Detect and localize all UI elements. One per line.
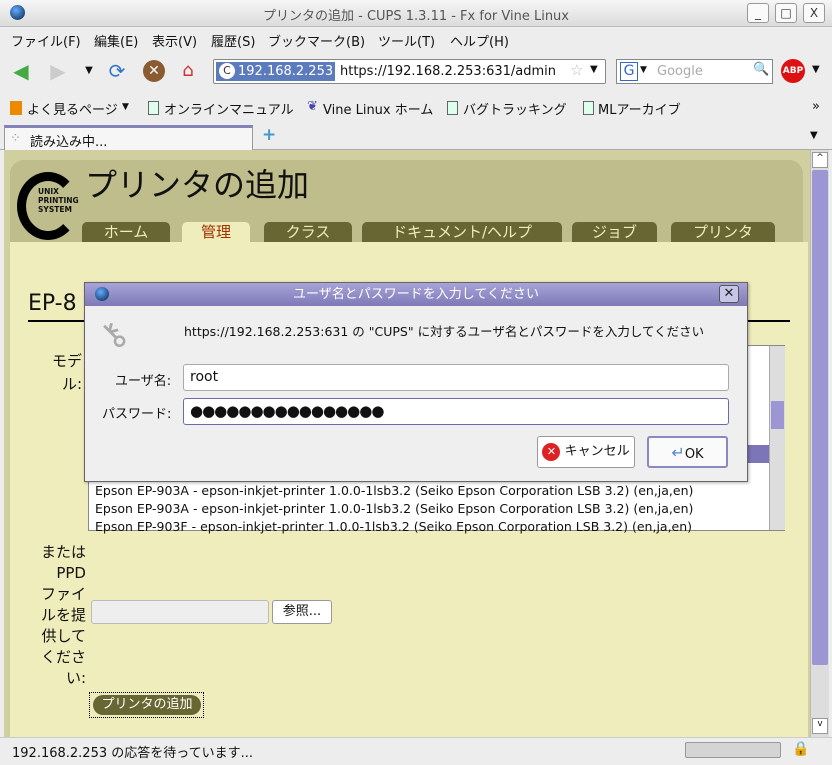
listbox-scroll-thumb[interactable] xyxy=(771,401,784,429)
ok-icon: ↵ xyxy=(671,443,685,462)
page-scroll-thumb[interactable] xyxy=(812,170,828,665)
ok-button[interactable]: ↵OK xyxy=(647,436,728,468)
add-printer-button[interactable]: プリンタの追加 xyxy=(93,695,201,715)
loading-spinner-icon: ⁘ xyxy=(10,131,21,146)
tab-bar: ⁘ 読み込み中... + ▼ xyxy=(0,122,832,151)
menu-bookmarks[interactable]: ブックマーク(B) xyxy=(268,31,365,50)
dialog-title: ユーザ名とパスワードを入力してください xyxy=(293,287,539,302)
search-input[interactable]: Google xyxy=(657,64,703,79)
menu-bar: ファイル(F) 編集(E) 表示(V) 履歴(S) ブックマーク(B) ツール(… xyxy=(0,27,832,51)
page-icon xyxy=(447,101,458,115)
printer-heading: EP-8 xyxy=(28,291,77,316)
cancel-label: キャンセル xyxy=(564,444,630,459)
vine-icon: ❦ xyxy=(307,99,318,114)
page-icon xyxy=(148,101,159,115)
menu-view[interactable]: 表示(V) xyxy=(152,31,197,50)
browse-button[interactable]: 参照... xyxy=(272,600,332,624)
tab-jobs[interactable]: ジョブ xyxy=(572,222,657,242)
ppd-file-input[interactable] xyxy=(91,600,269,624)
key-icon: ⚷ xyxy=(90,312,137,358)
menu-help[interactable]: ヘルプ(H) xyxy=(450,31,509,50)
ppd-label: または PPD ファイ ルを提 供して くださ い: xyxy=(40,543,86,687)
menu-tools[interactable]: ツール(T) xyxy=(378,31,435,50)
tab-docs-help[interactable]: ドキュメント/ヘルプ xyxy=(362,222,562,242)
menu-file[interactable]: ファイル(F) xyxy=(11,31,81,50)
username-input[interactable]: root xyxy=(183,364,729,391)
model-label-cont: ル: xyxy=(62,375,83,393)
page-scrollbar[interactable]: ^ v xyxy=(810,150,829,737)
url-text[interactable]: https://192.168.2.253:631/admin xyxy=(340,62,556,81)
bookmark-bug-tracking[interactable]: バグトラッキング xyxy=(463,99,567,118)
tab-home[interactable]: ホーム xyxy=(82,222,170,242)
bookmark-ml-archive[interactable]: MLアーカイブ xyxy=(598,99,681,118)
minimize-button[interactable]: _ xyxy=(747,3,769,23)
dialog-close-button[interactable]: ✕ xyxy=(719,285,739,303)
search-icon[interactable]: 🔍 xyxy=(753,62,769,77)
url-bar[interactable]: C 192.168.2.253 https://192.168.2.253:631… xyxy=(213,59,606,84)
forward-icon[interactable]: ▶ xyxy=(47,60,69,82)
password-input[interactable]: ●●●●●●●●●●●●●●●● xyxy=(183,398,729,425)
ok-label: OK xyxy=(684,447,704,462)
stop-icon[interactable]: ✕ xyxy=(143,60,165,82)
url-dropdown-icon[interactable]: ▼ xyxy=(590,64,598,75)
window-title: プリンタの追加 - CUPS 1.3.11 - Fx for Vine Linu… xyxy=(262,9,569,24)
status-bar: 192.168.2.253 の応答を待っています... 🔒 xyxy=(0,737,832,765)
menu-history[interactable]: 履歴(S) xyxy=(211,31,255,50)
model-option[interactable]: Epson EP-903A - epson-inkjet-printer 1.0… xyxy=(95,501,693,516)
close-button[interactable]: X xyxy=(803,3,825,23)
listbox-scrollbar[interactable] xyxy=(769,346,785,530)
search-box[interactable]: G ▼ Google 🔍 xyxy=(616,59,773,84)
new-tab-button[interactable]: + xyxy=(262,125,276,145)
dialog-message: https://192.168.2.253:631 の "CUPS" に対するユ… xyxy=(184,324,705,339)
lock-icon[interactable]: 🔒 xyxy=(792,741,809,757)
bookmark-online-manual[interactable]: オンラインマニュアル xyxy=(164,99,294,118)
bookmark-star-icon[interactable]: ☆ xyxy=(570,61,583,79)
page-title: プリンタの追加 xyxy=(85,166,310,204)
cups-logo-text: UNIX PRINTING SYSTEM xyxy=(38,187,79,214)
search-engine-icon[interactable]: G xyxy=(620,62,638,81)
url-host: 192.168.2.253 xyxy=(238,64,334,79)
model-option[interactable]: Epson EP-903A - epson-inkjet-printer 1.0… xyxy=(95,483,693,498)
url-host-badge: C 192.168.2.253 xyxy=(216,62,336,81)
rss-folder-icon xyxy=(10,101,22,115)
maximize-button[interactable]: □ xyxy=(775,3,797,23)
tab-admin[interactable]: 管理 xyxy=(182,222,250,242)
tab-classes[interactable]: クラス xyxy=(264,222,352,242)
model-label: モデ xyxy=(52,352,83,370)
model-option[interactable]: Epson EP-903F - epson-inkjet-printer 1.0… xyxy=(95,519,692,534)
scroll-down-icon[interactable]: v xyxy=(812,718,828,734)
bookmark-most-visited[interactable]: よく見るページ xyxy=(27,99,118,118)
adblock-icon[interactable]: ABP xyxy=(781,59,805,83)
history-dropdown-icon[interactable]: ▼ xyxy=(78,60,100,82)
reload-icon[interactable]: ⟳ xyxy=(106,60,128,82)
bookmarks-overflow-button[interactable]: » xyxy=(812,99,820,114)
search-engine-dropdown-icon[interactable]: ▼ xyxy=(640,65,647,75)
cancel-button[interactable]: ✕ キャンセル xyxy=(537,436,635,468)
tab-loading[interactable]: ⁘ 読み込み中... xyxy=(4,125,253,151)
page-icon xyxy=(583,101,594,115)
home-icon[interactable]: ⌂ xyxy=(177,60,199,82)
site-identity-icon: C xyxy=(219,63,235,79)
password-label: パスワード: xyxy=(102,407,172,422)
toolbar-overflow-icon[interactable]: ▼ xyxy=(812,64,820,75)
tab-label: 読み込み中... xyxy=(30,135,108,150)
cancel-icon: ✕ xyxy=(542,442,561,461)
back-icon[interactable]: ◀ xyxy=(10,60,32,82)
dialog-titlebar: ユーザ名とパスワードを入力してください ✕ xyxy=(85,283,747,306)
app-icon xyxy=(95,287,109,301)
window-titlebar: プリンタの追加 - CUPS 1.3.11 - Fx for Vine Linu… xyxy=(0,0,832,27)
bookmarks-toolbar: よく見るページ ▼ オンラインマニュアル ❦ Vine Linux ホーム バグ… xyxy=(0,94,832,120)
status-text: 192.168.2.253 の応答を待っています... xyxy=(12,746,253,761)
tab-printers[interactable]: プリンタ xyxy=(671,222,775,242)
scroll-up-icon[interactable]: ^ xyxy=(812,152,828,168)
username-label: ユーザ名: xyxy=(115,374,172,389)
chevron-down-icon: ▼ xyxy=(122,102,129,112)
bookmark-vine-home[interactable]: Vine Linux ホーム xyxy=(323,99,433,118)
menu-edit[interactable]: 編集(E) xyxy=(94,31,138,50)
progress-bar xyxy=(685,742,781,758)
tab-list-icon[interactable]: ▼ xyxy=(810,130,818,141)
auth-dialog: ユーザ名とパスワードを入力してください ✕ ⚷ https://192.168.… xyxy=(84,282,748,482)
